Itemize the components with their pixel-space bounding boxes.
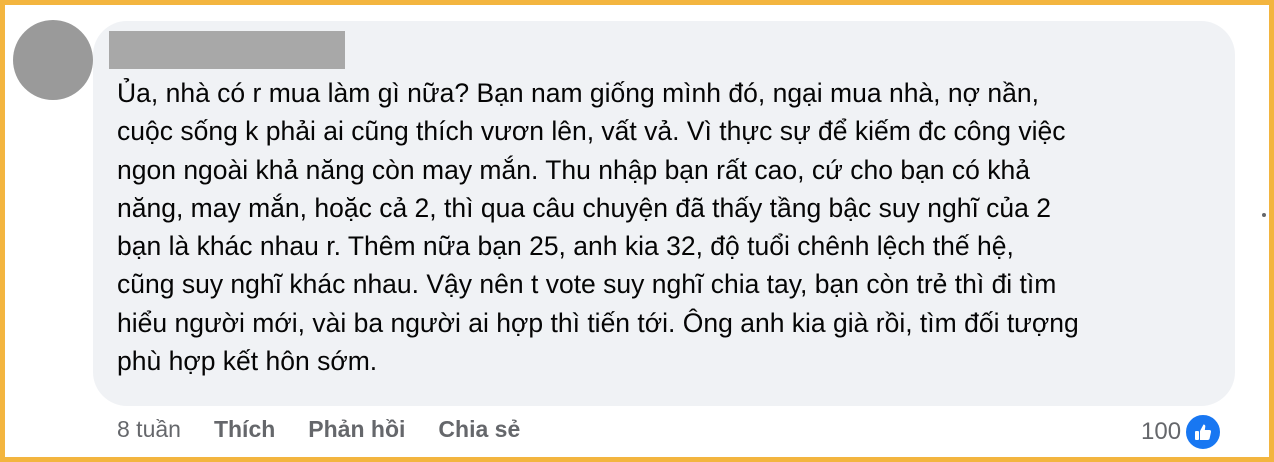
comment-text: Ủa, nhà có r mua làm gì nữa? Bạn nam giố… xyxy=(117,74,1227,380)
comment-line: cũng suy nghĩ khác nhau. Vậy nên t vote … xyxy=(117,269,1057,300)
comment-line: Ủa, nhà có r mua làm gì nữa? Bạn nam giố… xyxy=(117,78,1039,108)
reaction-count: 100 xyxy=(1141,418,1182,445)
reply-button[interactable]: Phản hồi xyxy=(308,416,405,443)
author-name-redacted[interactable] xyxy=(109,31,345,69)
comment-actions: 8 tuần Thích Phản hồi Chia sẻ xyxy=(117,416,553,443)
reaction-summary[interactable]: 100 xyxy=(1141,413,1223,451)
more-options-dot[interactable] xyxy=(1262,213,1266,217)
thumbs-up-icon xyxy=(1184,413,1223,451)
avatar[interactable] xyxy=(13,20,93,100)
comment-line: cuộc sống k phải ai cũng thích vươn lên,… xyxy=(117,116,1066,147)
comment-line: năng, may mắn, hoặc cả 2, thì qua câu ch… xyxy=(117,192,1052,223)
like-button[interactable]: Thích xyxy=(214,416,275,443)
timestamp[interactable]: 8 tuần xyxy=(117,416,181,443)
comment-line: hiểu người mới, vài ba người ai hợp thì … xyxy=(117,307,1079,338)
share-button[interactable]: Chia sẻ xyxy=(438,416,520,443)
comment-line: bạn là khác nhau r. Thêm nữa bạn 25, anh… xyxy=(117,231,1014,262)
comment-line: phù hợp kết hôn sớm. xyxy=(117,346,378,377)
comment-line: ngon ngoài khả năng còn may mắn. Thu nhậ… xyxy=(117,154,1030,185)
